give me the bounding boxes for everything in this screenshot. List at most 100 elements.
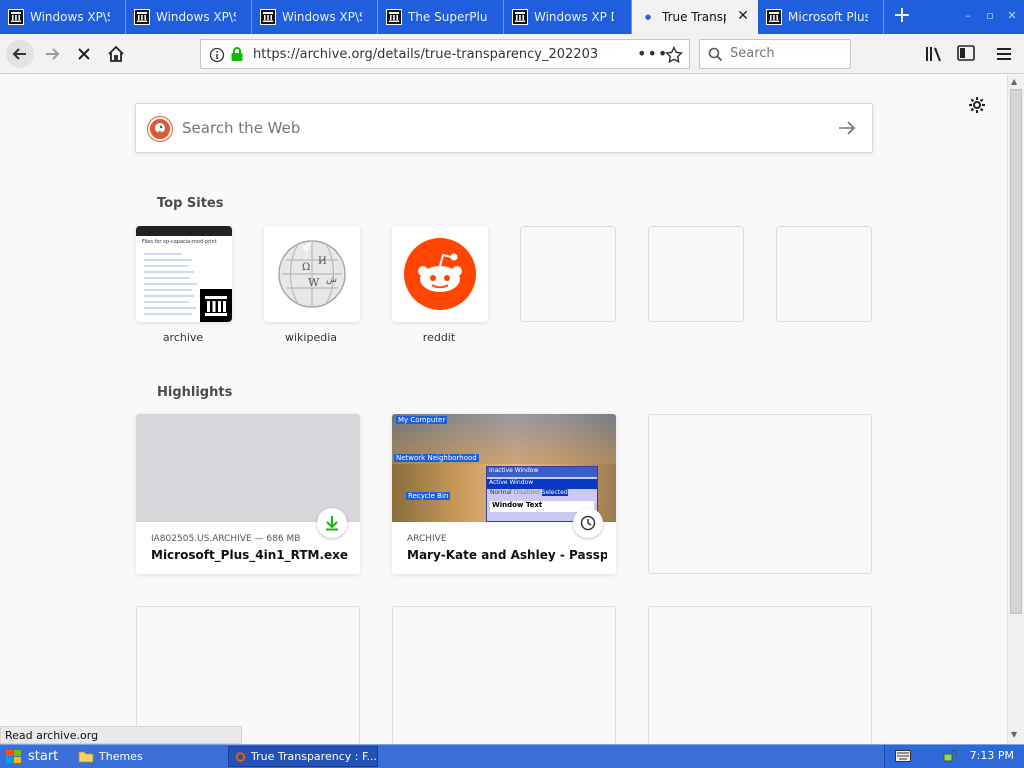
tab-title: The SuperPlus! pack xyxy=(408,10,488,24)
wikipedia-globe-icon: Ω И W ش xyxy=(278,240,346,308)
windows-logo-icon xyxy=(6,749,21,763)
forward-button[interactable] xyxy=(38,40,66,68)
tab-strip: Windows XP\Server Windows XP\Server Wind… xyxy=(0,0,1024,34)
tab-title: Microsoft Plus! Super xyxy=(788,10,868,24)
archive-icon xyxy=(260,9,276,25)
network-icon[interactable] xyxy=(943,748,959,764)
thumb-active: Active Window xyxy=(487,479,597,489)
thumb-my-computer: My Computer xyxy=(396,416,448,424)
highlight-card[interactable]: My Computer Network Neighborhood Recycle… xyxy=(392,414,616,574)
lock-icon xyxy=(231,47,243,61)
thumb-disabled: Disabled xyxy=(513,489,540,496)
tab-title: Windows XP\Server xyxy=(30,10,110,24)
web-search-box[interactable] xyxy=(135,103,873,153)
card-title: Mary-Kate and Ashley - Passport... xyxy=(407,548,607,562)
top-site-empty[interactable] xyxy=(776,226,872,322)
tab-title: Windows XP Dark xyxy=(534,10,614,24)
svg-text:W: W xyxy=(308,276,320,289)
download-icon xyxy=(317,508,347,538)
taskbar-item-themes[interactable]: Themes xyxy=(72,746,222,767)
close-icon[interactable]: ✕ xyxy=(736,9,750,23)
page-actions-icon[interactable]: ••• xyxy=(637,44,668,63)
card-source: ARCHIVE xyxy=(407,534,447,544)
card-source: IA802505.US.ARCHIVE — 686 MB xyxy=(151,534,301,544)
search-bar[interactable] xyxy=(699,39,851,69)
svg-text:И: И xyxy=(318,256,327,267)
url-bar[interactable]: https://archive.org/details/true-transpa… xyxy=(200,39,690,69)
taskbar-item-firefox[interactable]: True Transparency : F... xyxy=(228,746,378,767)
back-button[interactable] xyxy=(6,40,34,68)
thumb-recycle-bin: Recycle Bin xyxy=(406,492,451,500)
tab[interactable]: Microsoft Plus! Super xyxy=(758,0,884,34)
start-button[interactable]: start xyxy=(0,745,66,768)
search-input[interactable] xyxy=(730,46,845,61)
tab[interactable]: The SuperPlus! pack xyxy=(378,0,504,34)
archive-icon xyxy=(512,9,528,25)
folder-icon xyxy=(78,751,94,763)
top-site-wikipedia[interactable]: Ω И W ش xyxy=(264,226,360,322)
library-icon[interactable] xyxy=(925,46,943,62)
top-site-label: archive xyxy=(162,331,204,344)
bookmark-star-icon[interactable] xyxy=(665,46,683,64)
home-icon xyxy=(108,45,124,62)
svg-text:ش: ش xyxy=(326,275,337,285)
new-tab-plus-icon[interactable]: + xyxy=(890,5,914,29)
home-button[interactable] xyxy=(102,40,130,68)
archive-thumb-header xyxy=(136,226,232,236)
new-tab-page: Top Sites Files for xp-capacia-mod-print… xyxy=(0,75,1007,744)
sidebar-icon[interactable] xyxy=(957,45,975,61)
minimize-icon[interactable]: – xyxy=(960,9,976,23)
top-site-archive[interactable]: Files for xp-capacia-mod-print xyxy=(136,226,232,322)
top-site-label: wikipedia xyxy=(284,331,337,344)
archive-icon xyxy=(134,9,150,25)
gear-icon[interactable] xyxy=(968,96,986,114)
tab[interactable]: Windows XP Dark xyxy=(504,0,632,34)
scrollbar-thumb[interactable] xyxy=(1010,89,1022,614)
browser-icon xyxy=(235,751,246,762)
highlight-placeholder xyxy=(392,606,616,744)
top-sites-heading: Top Sites xyxy=(157,196,224,211)
card-title: Microsoft_Plus_4in1_RTM.exe xyxy=(151,548,349,562)
card-thumbnail: My Computer Network Neighborhood Recycle… xyxy=(392,414,616,522)
forward-arrow-icon xyxy=(46,48,60,60)
top-site-empty[interactable] xyxy=(648,226,744,322)
tab-title: Windows XP\Server xyxy=(156,10,236,24)
clock: 7:13 PM xyxy=(969,749,1014,762)
archive-thumb-heading: Files for xp-capacia-mod-print xyxy=(142,239,217,245)
scroll-up-icon[interactable]: ▲ xyxy=(1011,77,1017,86)
stop-x-icon xyxy=(78,48,90,60)
stop-button[interactable] xyxy=(70,40,98,68)
maximize-icon[interactable]: ▫ xyxy=(982,9,998,23)
start-label: start xyxy=(28,749,59,764)
duckduckgo-icon xyxy=(148,117,172,141)
scroll-down-icon[interactable]: ▼ xyxy=(1011,730,1017,739)
window-close-icon[interactable]: ✕ xyxy=(1004,9,1020,23)
tab[interactable]: Windows XP\Server xyxy=(252,0,378,34)
keyboard-icon[interactable] xyxy=(895,750,911,762)
thumb-network: Network Neighborhood xyxy=(394,454,479,462)
card-thumbnail xyxy=(136,414,360,522)
highlights-heading: Highlights xyxy=(157,385,233,400)
highlight-placeholder xyxy=(648,414,872,574)
top-site-reddit[interactable] xyxy=(392,226,488,322)
taskbar-item-label: Themes xyxy=(99,750,143,763)
highlight-card[interactable]: IA802505.US.ARCHIVE — 686 MB Microsoft_P… xyxy=(136,414,360,574)
system-tray: 7:13 PM xyxy=(884,745,1024,768)
vertical-scrollbar[interactable]: ▲ ▼ xyxy=(1007,75,1024,744)
web-search-input[interactable] xyxy=(182,119,822,137)
url-text: https://archive.org/details/true-transpa… xyxy=(253,47,599,62)
thumb-normal: Normal xyxy=(490,489,512,496)
arrow-right-icon[interactable] xyxy=(838,120,856,136)
hamburger-menu-icon[interactable] xyxy=(996,46,1012,62)
taskbar-item-label: True Transparency : F... xyxy=(251,750,377,763)
navigation-toolbar: https://archive.org/details/true-transpa… xyxy=(0,34,1024,74)
taskbar: start Themes True Transparency : F... 7:… xyxy=(0,744,1024,768)
info-icon[interactable] xyxy=(209,47,225,63)
top-site-label: reddit xyxy=(422,331,456,344)
tab-active[interactable]: ● True Transparency ✕ xyxy=(632,0,758,34)
tab-title: Windows XP\Server xyxy=(282,10,362,24)
clock-icon xyxy=(573,508,603,538)
tab[interactable]: Windows XP\Server xyxy=(126,0,252,34)
top-site-empty[interactable] xyxy=(520,226,616,322)
tab[interactable]: Windows XP\Server xyxy=(0,0,126,34)
